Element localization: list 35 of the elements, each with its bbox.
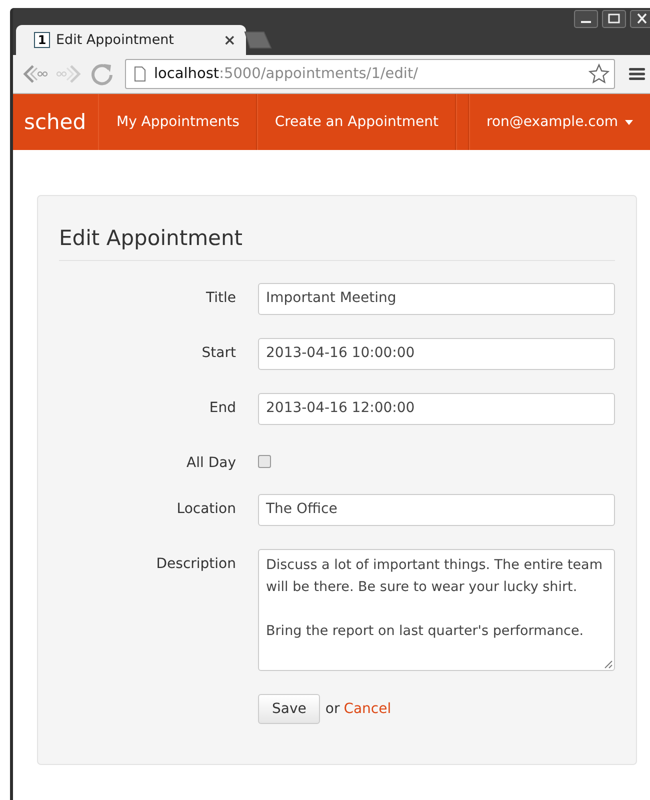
close-tab-button[interactable]: × bbox=[223, 31, 236, 49]
star-icon[interactable] bbox=[588, 63, 610, 85]
field-label: Description bbox=[155, 555, 236, 572]
field-label: Title bbox=[204, 289, 236, 306]
save-button[interactable]: Save bbox=[258, 694, 320, 724]
tab-title: Edit Appointment bbox=[56, 32, 175, 48]
resize-grip-icon[interactable] bbox=[604, 660, 613, 669]
nav-link[interactable]: Create an Appointment bbox=[258, 94, 456, 150]
browser-tab[interactable]: 1 Edit Appointment × bbox=[16, 25, 246, 55]
input-field[interactable]: Important Meeting bbox=[258, 283, 615, 315]
page-icon bbox=[134, 66, 146, 82]
form-heading: Edit Appointment bbox=[59, 226, 244, 250]
field-label: All Day bbox=[186, 454, 236, 471]
field-label: End bbox=[208, 399, 236, 416]
menu-icon[interactable] bbox=[629, 67, 645, 81]
nav-link[interactable]: My Appointments bbox=[99, 94, 256, 150]
textarea-field[interactable]: Discuss a lot of important things. The entire team will be there. Be sure to wear your lucky shirt. Bring the report on last quarter's performance. bbox=[258, 549, 615, 671]
field-label: Location bbox=[176, 500, 236, 517]
caret-icon bbox=[625, 120, 634, 124]
user-menu[interactable]: ron@example.com bbox=[470, 94, 650, 150]
minimize-icon[interactable] bbox=[574, 10, 598, 28]
new-tab-button[interactable] bbox=[244, 31, 272, 49]
input-field[interactable]: The Office bbox=[258, 494, 615, 526]
input-field[interactable]: 2013-04-16 12:00:00 bbox=[258, 393, 615, 425]
close-icon[interactable] bbox=[630, 10, 650, 28]
url-text: localhost:5000/appointments/1/edit/ bbox=[154, 66, 420, 82]
cancel-link[interactable]: Cancel bbox=[344, 701, 392, 717]
or-text: or bbox=[325, 701, 340, 717]
checkbox[interactable] bbox=[258, 455, 271, 468]
address-bar[interactable]: localhost:5000/appointments/1/edit/ bbox=[125, 59, 615, 89]
brand-link[interactable]: sched bbox=[13, 94, 98, 150]
maximize-icon[interactable] bbox=[602, 10, 626, 28]
field-label: Start bbox=[200, 344, 236, 361]
input-field[interactable]: 2013-04-16 10:00:00 bbox=[258, 338, 615, 370]
favicon-icon: 1 bbox=[34, 32, 50, 48]
